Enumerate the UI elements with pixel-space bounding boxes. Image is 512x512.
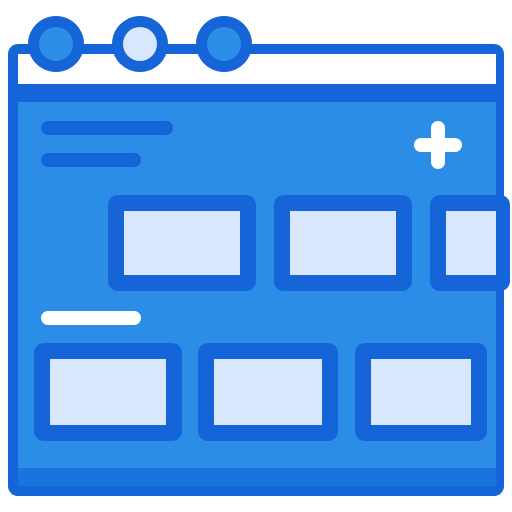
carousel-card-clipped[interactable] xyxy=(430,195,510,291)
carousel-card[interactable] xyxy=(34,343,182,441)
top-carousel-row xyxy=(108,195,510,291)
carousel-card[interactable] xyxy=(198,343,338,441)
carousel-card[interactable] xyxy=(108,195,256,291)
bottom-carousel-row xyxy=(34,343,487,441)
browser-window-illustration xyxy=(8,16,510,496)
window-dot-3-inner xyxy=(207,27,241,61)
window-bottom-bar xyxy=(18,468,496,486)
window-dot-2-inner xyxy=(123,27,157,61)
carousel-card[interactable] xyxy=(355,343,487,441)
window-controls xyxy=(28,16,252,72)
carousel-card[interactable] xyxy=(274,195,412,291)
window-dot-1-inner xyxy=(39,27,73,61)
window-titlebar xyxy=(18,54,496,84)
